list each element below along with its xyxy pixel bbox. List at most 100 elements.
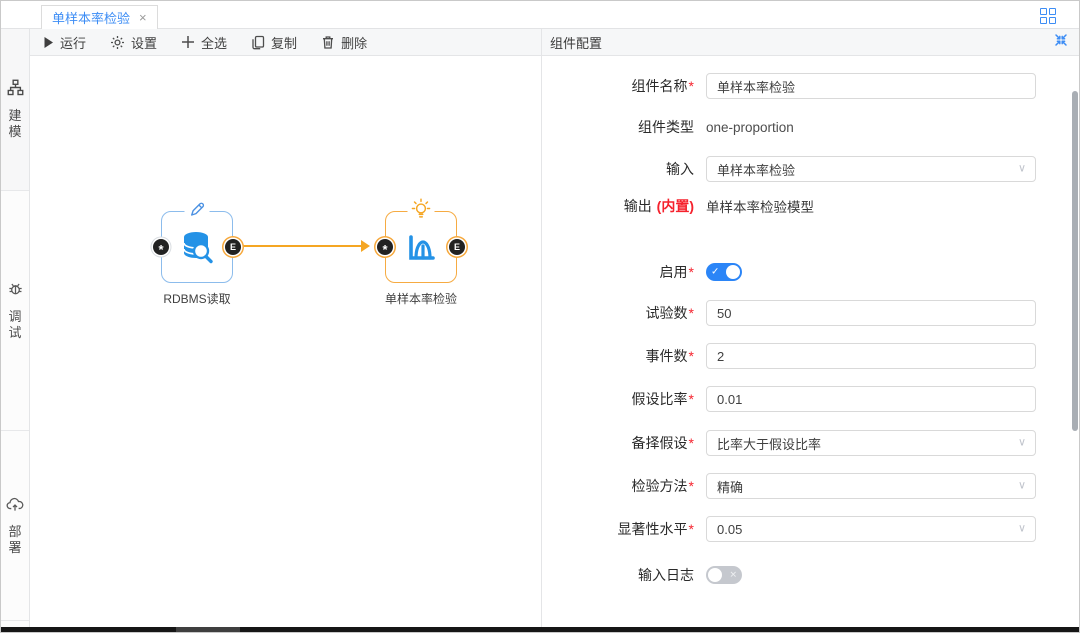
chevron-down-icon: ∨	[1018, 479, 1026, 492]
input-select[interactable]: 单样本率检验 ∨	[706, 156, 1036, 182]
sidebar-item-deploy[interactable]: 部署	[1, 431, 29, 621]
field-label: 试验数	[646, 305, 688, 321]
significance-level-value: 0.05	[717, 522, 742, 537]
node-rdbms-read[interactable]: * E RDBMS读取	[161, 211, 233, 283]
required-mark: *	[689, 478, 694, 494]
form-row-input-log: 输入日志 ✕	[542, 562, 1080, 588]
grid-square	[1049, 17, 1056, 24]
field-label: 事件数	[646, 348, 688, 364]
sidebar-item-modeling[interactable]: 建模	[1, 29, 29, 191]
test-method-select[interactable]: 精确 ∨	[706, 473, 1036, 499]
workspace: 运行 设置 全选 复制	[30, 29, 541, 629]
output-port[interactable]: E	[225, 239, 241, 255]
required-mark: *	[689, 521, 694, 537]
sitemap-icon	[7, 79, 24, 101]
grid-square	[1049, 8, 1056, 15]
form-row-alternative-hypothesis: 备择假设* 比率大于假设比率 ∨	[542, 430, 1080, 456]
form-row-significance-level: 显著性水平* 0.05 ∨	[542, 516, 1080, 542]
config-form: 组件名称* 组件类型 one-proportion 输入 单样本率检验 ∨ 输出…	[542, 56, 1080, 628]
component-type-value: one-proportion	[706, 120, 794, 135]
form-row-hypothesized-ratio: 假设比率*	[542, 386, 1080, 412]
sidebar-item-label: 部署	[8, 524, 22, 556]
output-port[interactable]: E	[449, 239, 465, 255]
tab-bar: 单样本率检验 ×	[1, 1, 1079, 29]
field-label: 组件名称	[632, 78, 688, 94]
cloud-upload-icon	[6, 496, 24, 517]
tab-close-icon[interactable]: ×	[139, 11, 147, 24]
field-label: 假设比率	[632, 391, 688, 407]
run-button[interactable]: 运行	[43, 33, 86, 52]
bug-icon	[7, 280, 24, 302]
alternative-hypothesis-select[interactable]: 比率大于假设比率 ∨	[706, 430, 1036, 456]
events-input[interactable]	[706, 343, 1036, 369]
field-label: 备择假设	[632, 435, 688, 451]
select-all-label: 全选	[201, 33, 227, 52]
panel-title: 组件配置	[550, 33, 602, 52]
required-mark: *	[689, 348, 694, 364]
significance-level-select[interactable]: 0.05 ∨	[706, 516, 1036, 542]
select-all-button[interactable]: 全选	[181, 33, 227, 52]
tab-one-proportion-test[interactable]: 单样本率检验 ×	[41, 5, 158, 29]
form-row-output: 输出 (内置) 单样本率检验模型	[542, 193, 1080, 219]
output-value: 单样本率检验模型	[706, 196, 814, 216]
check-icon: ✓	[711, 267, 719, 278]
component-name-input[interactable]	[706, 73, 1036, 99]
chevron-down-icon: ∨	[1018, 522, 1026, 535]
node-label: RDBMS读取	[163, 290, 230, 307]
toggle-knob	[708, 568, 722, 582]
form-row-component-type: 组件类型 one-proportion	[542, 114, 1080, 140]
test-method-value: 精确	[717, 477, 743, 496]
select-all-cross-icon	[181, 35, 195, 49]
required-mark: *	[689, 435, 694, 451]
collapse-icon[interactable]	[1054, 33, 1068, 52]
form-row-events: 事件数*	[542, 343, 1080, 369]
input-log-toggle[interactable]: ✕	[706, 566, 742, 584]
input-select-value: 单样本率检验	[717, 160, 795, 179]
chevron-down-icon: ∨	[1018, 436, 1026, 449]
node-one-proportion-test[interactable]: * E 单样本率检验	[385, 211, 457, 283]
settings-label: 设置	[131, 33, 157, 52]
tab-title: 单样本率检验	[52, 8, 130, 27]
canvas-toolbar: 运行 设置 全选 复制	[30, 29, 541, 56]
apps-grid-icon[interactable]	[1040, 8, 1059, 24]
settings-button[interactable]: 设置	[110, 33, 157, 52]
copy-button[interactable]: 复制	[251, 33, 297, 52]
toggle-knob	[726, 265, 740, 279]
input-port[interactable]: *	[153, 239, 169, 255]
component-config-panel: 组件配置 组件名称* 组件类型 one-proportion 输入	[541, 29, 1080, 629]
app-window: 单样本率检验 × 建模 调试	[0, 0, 1080, 633]
field-label: 组件类型	[638, 119, 694, 135]
copy-label: 复制	[271, 33, 297, 52]
alternative-hypothesis-value: 比率大于假设比率	[717, 434, 821, 453]
flow-canvas[interactable]: * E RDBMS读取	[30, 56, 541, 628]
delete-label: 删除	[341, 33, 367, 52]
form-row-enable: 启用* ✓	[542, 259, 1080, 285]
distribution-chart-icon	[386, 212, 456, 282]
field-label: 输入日志	[638, 567, 694, 583]
taskbar-segment	[176, 627, 240, 632]
form-row-component-name: 组件名称*	[542, 73, 1080, 99]
connector-wire	[241, 245, 363, 247]
field-label: 检验方法	[632, 478, 688, 494]
trials-input[interactable]	[706, 300, 1036, 326]
config-panel-header: 组件配置	[542, 29, 1080, 56]
hypothesized-ratio-input[interactable]	[706, 386, 1036, 412]
form-row-trials: 试验数*	[542, 300, 1080, 326]
enable-toggle[interactable]: ✓	[706, 263, 742, 281]
chevron-down-icon: ∨	[1018, 162, 1026, 175]
field-label: 启用	[660, 264, 688, 280]
play-icon	[43, 36, 54, 49]
sidebar-item-debug[interactable]: 调试	[1, 191, 29, 431]
required-mark: *	[689, 78, 694, 94]
form-row-input: 输入 单样本率检验 ∨	[542, 156, 1080, 182]
run-label: 运行	[60, 33, 86, 52]
trash-icon	[321, 35, 335, 50]
field-label: 输入	[666, 161, 694, 177]
connector-arrowhead	[361, 240, 370, 252]
form-row-test-method: 检验方法* 精确 ∨	[542, 473, 1080, 499]
panel-scrollbar-thumb[interactable]	[1072, 91, 1078, 431]
delete-button[interactable]: 删除	[321, 33, 367, 52]
input-port[interactable]: *	[377, 239, 393, 255]
field-label: 输出	[624, 198, 652, 214]
field-label: 显著性水平	[618, 521, 688, 537]
